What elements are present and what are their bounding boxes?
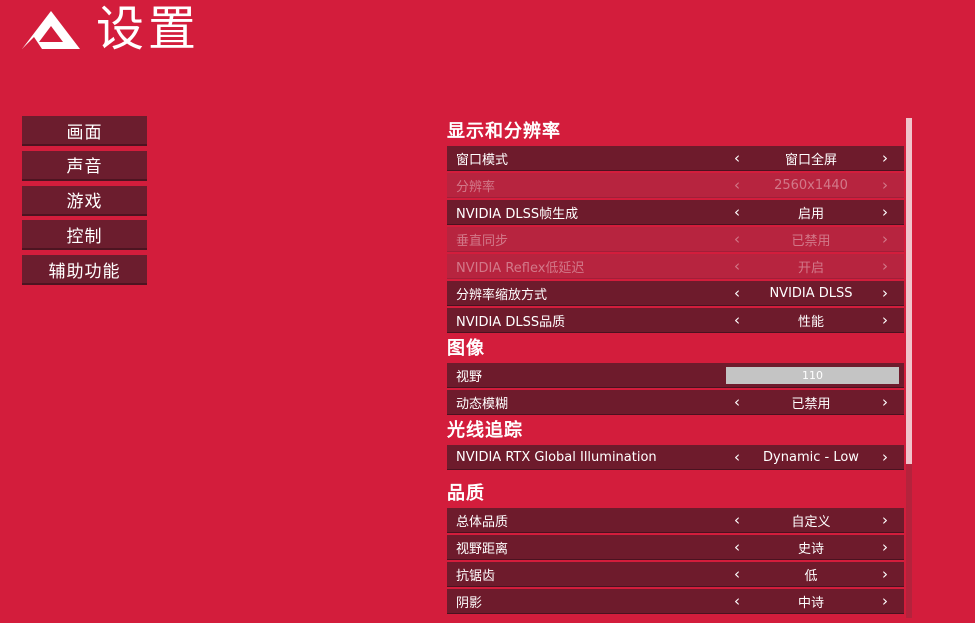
nav-item-game[interactable]: 游戏 xyxy=(22,185,147,216)
chevron-right-icon[interactable]: › xyxy=(874,204,896,220)
setting-label: 视野距离 xyxy=(456,541,509,557)
setting-row-shadows[interactable]: 阴影 ‹ 中诗 › xyxy=(447,589,904,614)
setting-value: Dynamic - Low xyxy=(763,449,859,465)
section-title-ray-tracing: 光线追踪 xyxy=(447,420,523,441)
setting-value: 史诗 xyxy=(797,541,824,557)
nav-item-graphics[interactable]: 画面 xyxy=(22,116,147,146)
chevron-left-icon[interactable]: ‹ xyxy=(726,512,748,528)
chevron-left-icon[interactable]: ‹ xyxy=(726,150,748,166)
fov-slider[interactable]: 110 xyxy=(726,366,899,384)
setting-label: NVIDIA DLSS品质 xyxy=(456,314,566,330)
chevron-right-icon[interactable]: › xyxy=(874,285,896,301)
setting-label: 垂直同步 xyxy=(456,233,509,249)
chevron-right-icon: › xyxy=(882,229,888,248)
setting-row-anti-aliasing[interactable]: 抗锯齿 ‹ 低 › xyxy=(447,562,904,587)
setting-label: 动态模糊 xyxy=(456,396,509,412)
setting-row-reflex-low-latency: NVIDIA Reflex低延迟 ‹ 开启 › xyxy=(447,254,904,279)
setting-row-field-of-view[interactable]: 视野 110 xyxy=(447,363,904,388)
setting-row-vsync: 垂直同步 ‹ 已禁用 › xyxy=(447,227,904,252)
nav-item-controls[interactable]: 控制 xyxy=(22,220,147,251)
chevron-left-icon[interactable]: ‹ xyxy=(726,312,748,328)
setting-row-view-distance[interactable]: 视野距离 ‹ 史诗 › xyxy=(447,535,904,560)
setting-value: 自定义 xyxy=(791,514,831,530)
setting-value: 2560x1440 xyxy=(774,177,848,193)
setting-value: 性能 xyxy=(797,314,824,330)
setting-value: 低 xyxy=(804,568,818,584)
setting-value: NVIDIA DLSS xyxy=(769,285,853,301)
setting-label: 阴影 xyxy=(456,595,483,611)
chevron-left-icon: ‹ xyxy=(734,175,740,194)
setting-label: NVIDIA Reflex低延迟 xyxy=(456,260,585,276)
chevron-left-icon[interactable]: ‹ xyxy=(726,204,748,220)
setting-row-resolution: 分辨率 ‹ 2560x1440 › xyxy=(447,173,904,198)
setting-value: 已禁用 xyxy=(791,396,831,412)
setting-label: NVIDIA DLSS帧生成 xyxy=(456,206,579,222)
chevron-right-icon[interactable]: › xyxy=(874,312,896,328)
chevron-left-icon: ‹ xyxy=(734,256,740,275)
chevron-right-icon[interactable]: › xyxy=(874,150,896,166)
chevron-left-icon[interactable]: ‹ xyxy=(726,449,748,465)
settings-scrollbar[interactable] xyxy=(906,118,912,618)
slider-value: 110 xyxy=(802,368,823,382)
setting-label: 分辨率 xyxy=(456,179,496,195)
chevron-left-icon[interactable]: ‹ xyxy=(726,593,748,609)
chevron-right-icon: › xyxy=(882,256,888,275)
setting-label: NVIDIA RTX Global Illumination xyxy=(456,449,657,465)
scrollbar-thumb[interactable] xyxy=(906,118,912,464)
chevron-left-icon[interactable]: ‹ xyxy=(726,566,748,582)
setting-row-rtx-global-illumination[interactable]: NVIDIA RTX Global Illumination ‹ Dynamic… xyxy=(447,445,904,470)
setting-label: 抗锯齿 xyxy=(456,568,496,584)
settings-nav: 画面 声音 游戏 控制 辅助功能 xyxy=(22,116,147,290)
setting-row-dlss-quality[interactable]: NVIDIA DLSS品质 ‹ 性能 › xyxy=(447,308,904,333)
setting-row-dlss-frame-generation[interactable]: NVIDIA DLSS帧生成 ‹ 启用 › xyxy=(447,200,904,225)
section-title-image: 图像 xyxy=(447,338,485,359)
chevron-left-icon: ‹ xyxy=(734,229,740,248)
chevron-right-icon[interactable]: › xyxy=(874,449,896,465)
setting-value: 已禁用 xyxy=(791,233,831,249)
chevron-right-icon[interactable]: › xyxy=(874,593,896,609)
section-title-quality: 品质 xyxy=(447,483,485,504)
setting-row-window-mode[interactable]: 窗口模式 ‹ 窗口全屏 › xyxy=(447,146,904,171)
setting-row-overall-quality[interactable]: 总体品质 ‹ 自定义 › xyxy=(447,508,904,533)
setting-row-resolution-scaling[interactable]: 分辨率缩放方式 ‹ NVIDIA DLSS › xyxy=(447,281,904,306)
setting-value: 开启 xyxy=(797,260,824,276)
setting-value: 中诗 xyxy=(797,595,824,611)
setting-label: 视野 xyxy=(456,369,483,385)
chevron-right-icon[interactable]: › xyxy=(874,539,896,555)
setting-row-motion-blur[interactable]: 动态模糊 ‹ 已禁用 › xyxy=(447,390,904,415)
nav-item-accessibility[interactable]: 辅助功能 xyxy=(22,255,147,285)
page-title: 设置 xyxy=(96,1,201,57)
chevron-right-icon[interactable]: › xyxy=(874,394,896,410)
header: 设置 xyxy=(22,0,200,60)
setting-label: 分辨率缩放方式 xyxy=(456,287,548,303)
setting-label: 窗口模式 xyxy=(456,152,509,168)
chevron-right-icon: › xyxy=(882,175,888,194)
setting-value: 窗口全屏 xyxy=(784,152,837,168)
settings-panel: 显示和分辨率 窗口模式 ‹ 窗口全屏 › 分辨率 ‹ 2560x1440 › N… xyxy=(447,116,905,619)
setting-label: 总体品质 xyxy=(456,514,509,530)
nav-item-audio[interactable]: 声音 xyxy=(22,150,147,181)
chevron-right-icon[interactable]: › xyxy=(874,512,896,528)
chevron-left-icon[interactable]: ‹ xyxy=(726,394,748,410)
chevron-right-icon[interactable]: › xyxy=(874,566,896,582)
section-title-display: 显示和分辨率 xyxy=(447,121,561,142)
setting-value: 启用 xyxy=(797,206,824,222)
logo-icon xyxy=(22,11,80,49)
chevron-left-icon[interactable]: ‹ xyxy=(726,539,748,555)
chevron-left-icon[interactable]: ‹ xyxy=(726,285,748,301)
